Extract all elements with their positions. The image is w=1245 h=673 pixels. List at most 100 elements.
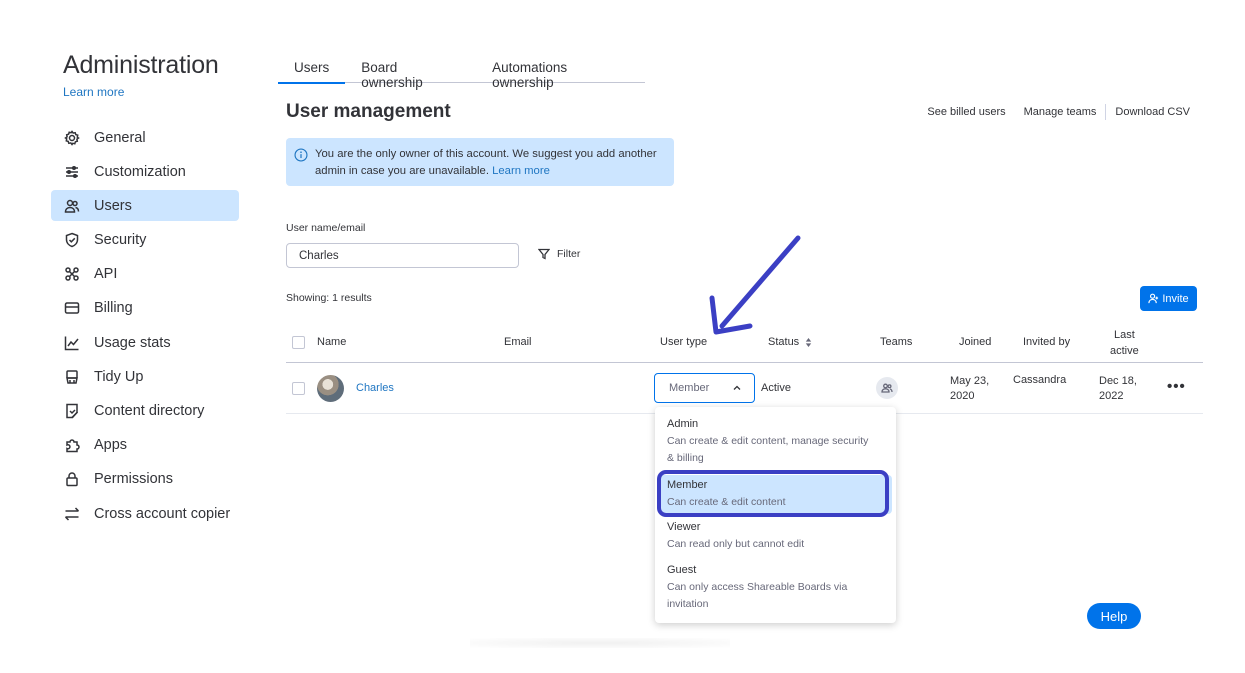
- tab-board-ownership[interactable]: Board ownership: [345, 52, 476, 90]
- sidebar-item-label: API: [94, 266, 118, 283]
- sidebar-item-security[interactable]: Security: [51, 225, 239, 256]
- header-links: See billed users Manage teams Download C…: [918, 104, 1190, 120]
- last-active-header-line2: active: [1110, 345, 1139, 357]
- option-description: invitation: [667, 598, 709, 610]
- column-header-last-active[interactable]: Last active: [1110, 327, 1139, 359]
- column-header-invited-by[interactable]: Invited by: [1023, 336, 1070, 348]
- avatar[interactable]: [317, 375, 344, 402]
- filter-label: Filter: [557, 248, 581, 260]
- status-header-label: Status: [768, 336, 800, 348]
- search-input[interactable]: [286, 243, 519, 268]
- sidebar-item-billing[interactable]: Billing: [51, 293, 239, 324]
- option-description: & billing: [667, 452, 704, 464]
- last-active-line1: Dec 18,: [1099, 375, 1137, 387]
- sidebar-item-permissions[interactable]: Permissions: [51, 464, 239, 495]
- chevron-up-icon: [733, 385, 741, 390]
- column-header-teams[interactable]: Teams: [880, 336, 912, 348]
- sidebar-item-label: Users: [94, 197, 132, 214]
- filter-button[interactable]: Filter: [538, 248, 580, 260]
- results-count: Showing: 1 results: [286, 292, 372, 304]
- sidebar-item-label: Permissions: [94, 471, 173, 488]
- teams-button[interactable]: [876, 377, 898, 399]
- sidebar-item-label: Content directory: [94, 403, 205, 419]
- option-title: Viewer: [667, 521, 701, 533]
- column-header-name[interactable]: Name: [317, 336, 346, 348]
- api-icon: [63, 266, 80, 283]
- see-billed-users-link[interactable]: See billed users: [918, 106, 1014, 118]
- option-title: Guest: [667, 564, 697, 576]
- section-title: User management: [286, 101, 451, 122]
- user-type-select[interactable]: Member: [654, 373, 755, 403]
- sidebar-item-api[interactable]: API: [51, 259, 239, 290]
- invite-button[interactable]: Invite: [1140, 286, 1197, 311]
- info-icon: [294, 148, 308, 162]
- table-header: Name Email User type Status Teams Joined…: [286, 325, 1203, 363]
- sliders-icon: [63, 163, 80, 180]
- sidebar-item-label: Security: [94, 232, 147, 249]
- sidebar-item-label: Customization: [94, 163, 186, 180]
- row-checkbox[interactable]: [292, 382, 305, 395]
- gear-icon: [63, 129, 80, 146]
- help-button[interactable]: Help: [1087, 603, 1141, 629]
- download-csv-link[interactable]: Download CSV: [1106, 106, 1190, 118]
- sidebar-item-tidy-up[interactable]: Tidy Up: [51, 361, 239, 392]
- shield-icon: [63, 232, 80, 249]
- column-header-status[interactable]: Status: [768, 336, 813, 348]
- option-description: Can create & edit content, manage securi…: [667, 435, 869, 447]
- invited-by-value: Cassandra: [1013, 374, 1067, 386]
- filter-icon: [538, 248, 550, 260]
- sidebar-item-general[interactable]: General: [51, 122, 239, 153]
- page-title: Administration: [63, 51, 219, 79]
- joined-date: May 23, 2020: [950, 374, 989, 404]
- option-description: Can only access Shareable Boards via: [667, 581, 848, 593]
- add-user-icon: [1148, 293, 1159, 304]
- column-header-joined[interactable]: Joined: [959, 336, 991, 348]
- puzzle-icon: [63, 437, 80, 454]
- user-name-link[interactable]: Charles: [356, 382, 394, 394]
- user-type-value: Member: [669, 382, 710, 394]
- sidebar-item-content-directory[interactable]: Content directory: [51, 396, 239, 427]
- last-active-header-line1: Last: [1113, 329, 1135, 341]
- learn-more-link[interactable]: Learn more: [63, 85, 124, 99]
- select-all-checkbox[interactable]: [292, 336, 305, 349]
- tab-automations-ownership[interactable]: Automations ownership: [476, 52, 645, 90]
- sidebar-item-cross-account-copier[interactable]: Cross account copier: [51, 498, 239, 529]
- more-actions-button[interactable]: •••: [1167, 378, 1186, 395]
- option-admin[interactable]: Admin Can create & edit content, manage …: [655, 416, 896, 467]
- notice-text: You are the only owner of this account. …: [315, 148, 657, 177]
- card-icon: [63, 300, 80, 317]
- last-active-line2: 2022: [1099, 390, 1124, 402]
- sidebar-item-customization[interactable]: Customization: [51, 156, 239, 187]
- column-header-user-type[interactable]: User type: [660, 336, 707, 348]
- swap-icon: [63, 505, 80, 522]
- team-icon: [881, 383, 893, 393]
- sidebar-nav: General Customization Users Security API…: [51, 122, 239, 532]
- option-viewer[interactable]: Viewer Can read only but cannot edit: [655, 519, 896, 553]
- option-description: Can create & edit content: [667, 496, 786, 508]
- sidebar-item-apps[interactable]: Apps: [51, 430, 239, 461]
- manage-teams-link[interactable]: Manage teams: [1015, 106, 1106, 118]
- column-header-email[interactable]: Email: [504, 336, 532, 348]
- sidebar-item-label: General: [94, 129, 146, 146]
- tab-users[interactable]: Users: [278, 52, 346, 84]
- sidebar-item-label: Billing: [94, 300, 133, 317]
- last-active-date: Dec 18, 2022: [1099, 374, 1137, 404]
- bottom-shadow: [470, 638, 730, 648]
- sidebar-item-label: Apps: [94, 437, 128, 454]
- search-label: User name/email: [286, 222, 366, 234]
- sidebar-item-label: Usage stats: [94, 334, 171, 351]
- sidebar-item-label: Cross account copier: [94, 505, 231, 522]
- document-icon: [63, 403, 80, 420]
- broom-icon: [63, 368, 80, 385]
- option-guest[interactable]: Guest Can only access Shareable Boards v…: [655, 562, 896, 613]
- sidebar-item-users[interactable]: Users: [51, 190, 239, 222]
- owner-notice: You are the only owner of this account. …: [286, 138, 674, 186]
- sidebar-item-usage-stats[interactable]: Usage stats: [51, 327, 239, 358]
- invite-label: Invite: [1162, 292, 1189, 305]
- joined-date-line2: 2020: [950, 390, 975, 402]
- option-member[interactable]: Member Can create & edit content: [659, 475, 892, 514]
- lock-icon: [63, 471, 80, 488]
- notice-learn-more-link[interactable]: Learn more: [492, 165, 550, 177]
- option-title: Admin: [667, 418, 699, 430]
- chart-icon: [63, 334, 80, 351]
